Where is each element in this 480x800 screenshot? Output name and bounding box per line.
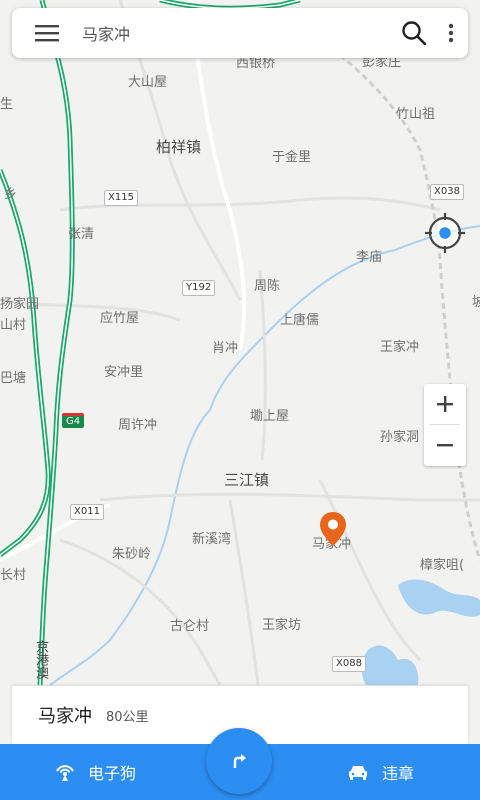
place-label: 山村: [0, 318, 27, 333]
search-input[interactable]: 马家冲: [82, 21, 394, 45]
place-label: 生: [0, 97, 14, 112]
place-label: 于金里: [272, 150, 312, 165]
radar-signal-icon: [56, 765, 74, 781]
place-label: 周陈: [254, 279, 281, 294]
road-shield: X011: [70, 504, 104, 520]
search-icon: [402, 21, 427, 46]
place-label: 樟家咀(: [420, 558, 465, 573]
navigate-button[interactable]: [206, 728, 272, 794]
place-label: 竹山祖: [396, 107, 436, 122]
violations-button[interactable]: 违章: [348, 744, 414, 800]
road-shield: Y192: [182, 280, 216, 296]
place-label: 朱砂岭: [112, 547, 152, 562]
place-label: 扬家园: [0, 297, 40, 312]
expressway-name: 京港澳: [33, 640, 48, 679]
more-vert-icon: [448, 23, 454, 43]
town-label: 三江镇: [224, 471, 270, 489]
search-bar[interactable]: 马家冲: [12, 8, 468, 58]
place-label: 西银桥: [236, 56, 276, 71]
zoom-out-button[interactable]: [424, 425, 466, 465]
place-name: 马家冲: [38, 706, 92, 727]
place-label: 新溪湾: [192, 532, 232, 547]
place-label: 王家坊: [262, 618, 302, 633]
place-label: 周许冲: [118, 418, 158, 433]
place-label: 王家冲: [380, 340, 420, 355]
menu-button[interactable]: [12, 8, 82, 58]
road-shield: X088: [332, 656, 366, 672]
town-label: 柏祥镇: [156, 138, 202, 156]
zoom-in-button[interactable]: [424, 384, 466, 424]
my-location-button[interactable]: [424, 212, 466, 254]
place-label: 安冲里: [104, 365, 144, 380]
destination-pin[interactable]: [318, 511, 348, 551]
place-label: 巴塘: [0, 371, 27, 386]
road-shield: X115: [104, 190, 138, 206]
plus-icon: [437, 396, 453, 412]
search-button[interactable]: [394, 8, 434, 58]
place-label: 肖冲: [212, 341, 239, 356]
minus-icon: [437, 444, 453, 447]
electronic-dog-label: 电子狗: [88, 764, 137, 783]
place-label: 应竹屋: [100, 311, 140, 326]
place-distance: 80公里: [106, 709, 149, 725]
road-shield: X038: [430, 184, 464, 200]
place-label: 张清: [68, 227, 95, 242]
more-options-button[interactable]: [434, 8, 468, 58]
place-label: 乡: [4, 187, 18, 202]
place-label: 古仑村: [170, 619, 210, 634]
place-label: 大山屋: [128, 75, 168, 90]
place-label: 坡: [472, 295, 480, 310]
place-label: 长村: [0, 568, 27, 583]
crosshair-location-icon: [425, 213, 465, 253]
zoom-controls: [424, 384, 466, 466]
map-pin-icon: [320, 512, 346, 546]
expressway-shield: G4: [62, 413, 85, 428]
place-label: 墈上屋: [250, 409, 290, 424]
hamburger-icon: [35, 25, 59, 42]
violations-label: 违章: [382, 764, 415, 783]
place-label: 孙家洞: [380, 430, 420, 445]
car-icon: [349, 766, 367, 780]
place-label: 上唐儒: [280, 313, 320, 328]
electronic-dog-button[interactable]: 电子狗: [54, 744, 136, 800]
place-label: 李庙: [356, 250, 383, 265]
route-turn-icon: [233, 754, 246, 768]
